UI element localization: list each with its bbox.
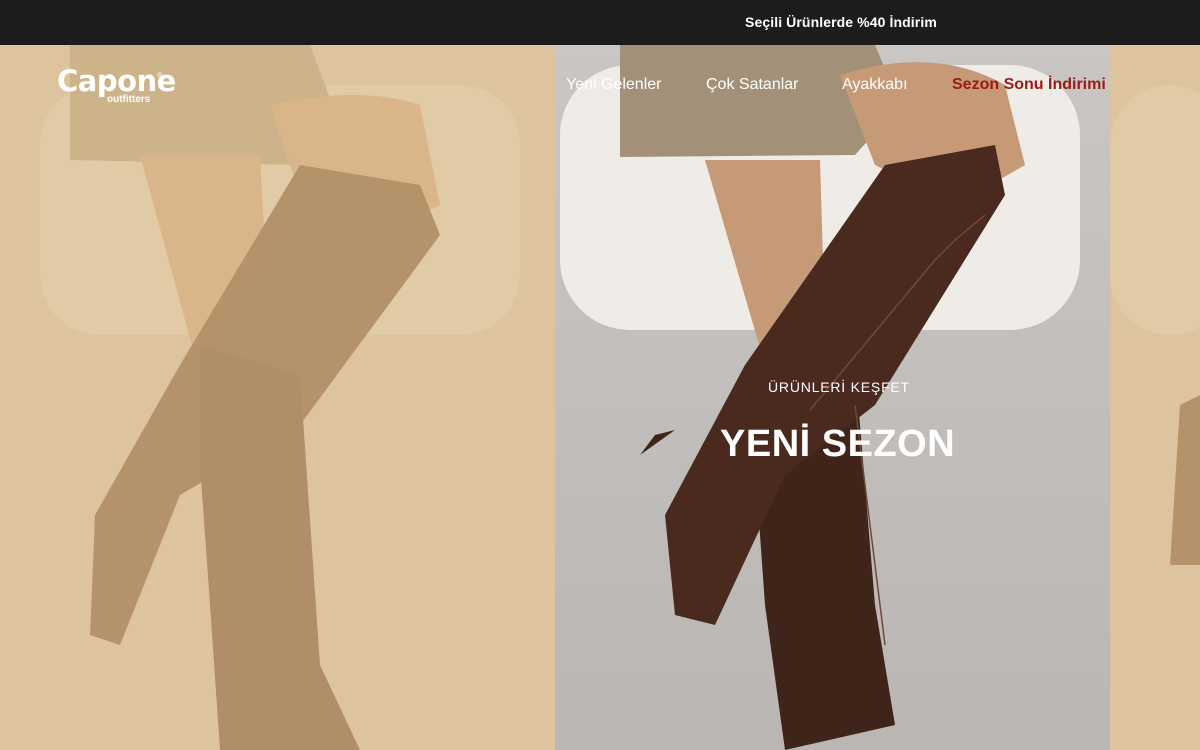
hero-slide-previous[interactable]: [0, 45, 555, 750]
brand-logo[interactable]: Capone outfitters ®: [57, 67, 176, 106]
site-header: Capone outfitters ® Yeni Gelenler Çok Sa…: [0, 45, 1200, 125]
logo-registered-mark: ®: [157, 71, 163, 80]
nav-item-sezon-sonu-indirimi[interactable]: Sezon Sonu İndirimi: [952, 76, 1106, 94]
nav-item-yeni-gelenler[interactable]: Yeni Gelenler: [566, 76, 661, 94]
hero-eyebrow-link[interactable]: ÜRÜNLERİ KEŞFET: [768, 379, 910, 395]
logo-subline: outfitters: [107, 94, 151, 105]
hero-slide-next[interactable]: [1110, 45, 1200, 750]
announcement-bar: Seçili Ürünlerde %40 İndirim: [0, 0, 1200, 45]
hero-carousel[interactable]: [0, 45, 1200, 750]
nav-item-ayakkabi[interactable]: Ayakkabı: [842, 76, 908, 94]
hero-title[interactable]: YENİ SEZON: [720, 423, 955, 466]
announcement-text[interactable]: Seçili Ürünlerde %40 İndirim: [745, 14, 937, 30]
hero-slide-active[interactable]: [555, 45, 1110, 750]
nav-item-cok-satanlar[interactable]: Çok Satanlar: [706, 76, 799, 94]
